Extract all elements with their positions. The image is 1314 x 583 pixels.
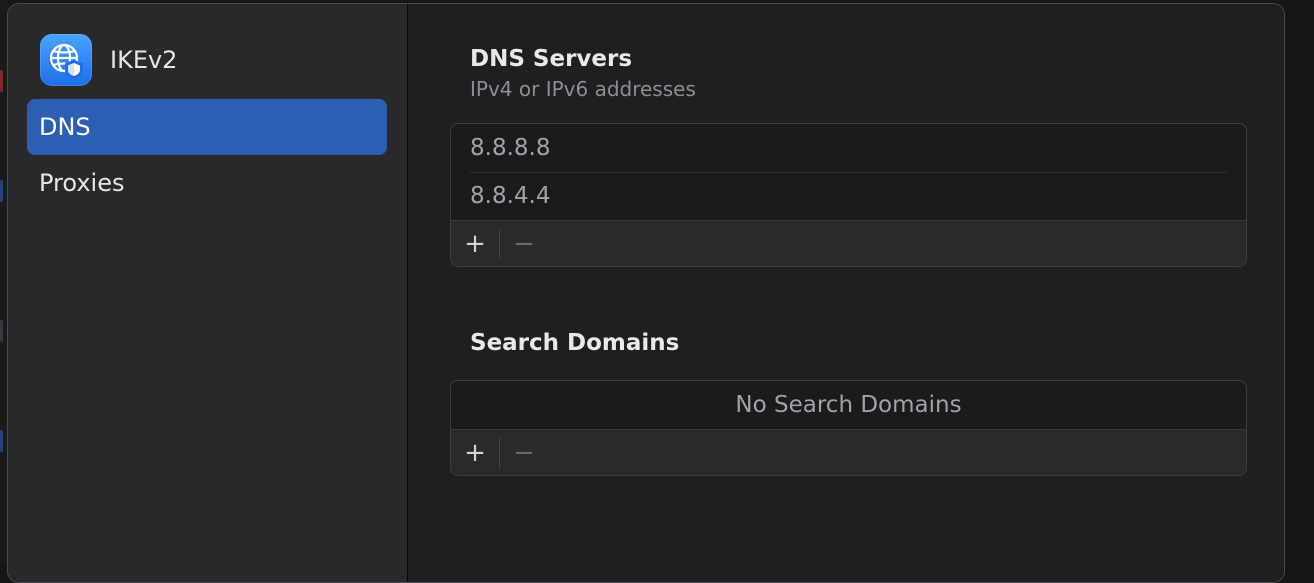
background-mark — [0, 320, 3, 342]
remove-dns-server-button[interactable]: − — [512, 229, 536, 259]
dns-servers-title: DNS Servers — [470, 46, 633, 72]
remove-search-domain-button[interactable]: − — [512, 438, 536, 468]
sidebar-item-label: DNS — [39, 113, 91, 141]
sidebar: IKEv2 DNS Proxies — [8, 4, 408, 582]
search-domains-toolbar: + − — [451, 429, 1246, 475]
sidebar-item-label: Proxies — [39, 169, 125, 197]
add-dns-server-button[interactable]: + — [463, 229, 487, 259]
sidebar-item-dns[interactable]: DNS — [27, 99, 387, 155]
search-domains-list: No Search Domains + − — [450, 380, 1247, 476]
vpn-settings-window: IKEv2 DNS Proxies DNS Servers IPv4 or IP… — [7, 3, 1285, 583]
app-title: IKEv2 — [110, 46, 178, 74]
toolbar-divider — [499, 437, 500, 468]
search-domains-title: Search Domains — [470, 330, 680, 356]
toolbar-divider — [499, 228, 500, 259]
main-panel: DNS Servers IPv4 or IPv6 addresses 8.8.8… — [409, 4, 1284, 582]
dns-servers-subtitle: IPv4 or IPv6 addresses — [470, 77, 696, 101]
dns-server-address: 8.8.8.8 — [470, 135, 551, 161]
background-mark — [0, 430, 3, 452]
list-item[interactable]: 8.8.4.4 — [451, 172, 1246, 220]
search-domains-empty-text: No Search Domains — [735, 392, 962, 418]
background-mark — [0, 180, 3, 202]
dns-servers-list: 8.8.8.8 8.8.4.4 + − — [450, 123, 1247, 267]
dns-server-address: 8.8.4.4 — [470, 183, 551, 209]
globe-shield-icon — [40, 34, 92, 86]
add-search-domain-button[interactable]: + — [463, 438, 487, 468]
background-mark — [0, 70, 3, 92]
list-item[interactable]: 8.8.8.8 — [451, 124, 1246, 172]
sidebar-item-proxies[interactable]: Proxies — [27, 155, 387, 211]
sidebar-header: IKEv2 — [40, 34, 177, 86]
dns-list-toolbar: + − — [451, 220, 1246, 266]
